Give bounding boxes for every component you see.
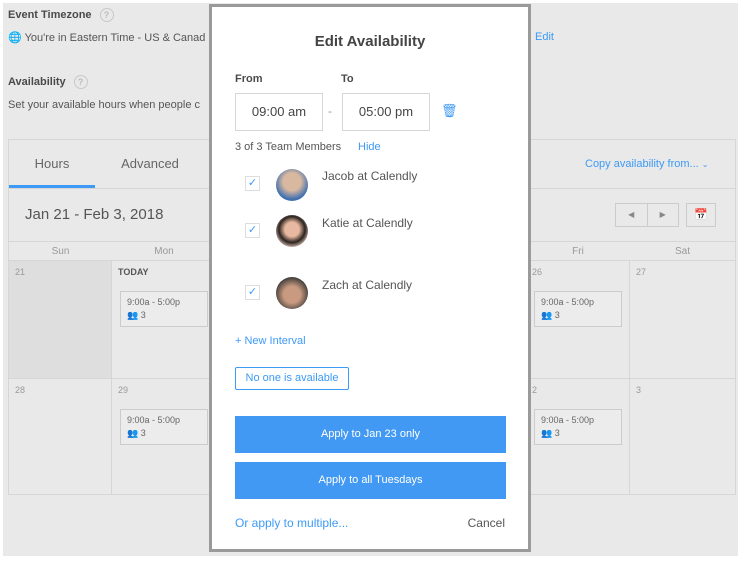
- people-icon: 👥: [127, 428, 139, 438]
- people-icon: 👥: [541, 310, 553, 320]
- member-name: Katie at Calendly: [322, 216, 413, 230]
- day-cell[interactable]: 26 9:00a - 5:00p 👥 3: [526, 261, 630, 379]
- help-icon[interactable]: ?: [99, 8, 114, 22]
- day-header-fri: Fri: [526, 241, 630, 261]
- day-cell[interactable]: 27: [630, 261, 735, 379]
- member-checkbox[interactable]: ✓: [245, 176, 260, 191]
- member-checkbox[interactable]: ✓: [245, 285, 260, 300]
- people-icon: 👥: [541, 428, 553, 438]
- prev-week-button[interactable]: ◀: [616, 204, 648, 226]
- member-name: Jacob at Calendly: [322, 169, 418, 183]
- day-header-sun: Sun: [9, 241, 112, 261]
- next-week-button[interactable]: ▶: [648, 204, 679, 226]
- edit-timezone-link[interactable]: Edit: [535, 31, 554, 43]
- hide-members-link[interactable]: Hide: [358, 141, 381, 153]
- apply-single-date-button[interactable]: Apply to Jan 23 only: [235, 416, 506, 453]
- copy-availability-dropdown[interactable]: Copy availability from... ⌄: [585, 158, 708, 170]
- day-cell[interactable]: 3: [630, 379, 735, 495]
- day-header-sat: Sat: [630, 241, 735, 261]
- tab-advanced[interactable]: Advanced: [105, 140, 195, 188]
- timezone-text: 🌐 You're in Eastern Time - US & Canad: [8, 32, 206, 44]
- time-slot[interactable]: 9:00a - 5:00p 👥 3: [120, 291, 208, 327]
- time-slot[interactable]: 9:00a - 5:00p 👥 3: [120, 409, 208, 445]
- from-label: From: [235, 73, 263, 85]
- from-time-input[interactable]: 09:00 am: [235, 93, 323, 131]
- trash-icon[interactable]: 🗑: [441, 103, 458, 119]
- time-slot[interactable]: 9:00a - 5:00p 👥 3: [534, 409, 622, 445]
- tab-hours[interactable]: Hours: [9, 140, 95, 188]
- range-dash: -: [328, 104, 332, 118]
- day-cell[interactable]: 21: [9, 261, 112, 379]
- members-count: 3 of 3 Team Members: [235, 141, 342, 153]
- people-icon: 👥: [127, 310, 139, 320]
- new-interval-link[interactable]: + New Interval: [235, 335, 306, 347]
- avatar: [276, 215, 308, 247]
- help-icon[interactable]: ?: [73, 75, 88, 89]
- day-cell[interactable]: 2 9:00a - 5:00p 👥 3: [526, 379, 630, 495]
- day-header-mon: Mon: [112, 241, 216, 261]
- day-cell[interactable]: 28: [9, 379, 112, 495]
- member-name: Zach at Calendly: [322, 278, 413, 292]
- day-cell[interactable]: 29 9:00a - 5:00p 👥 3: [112, 379, 216, 495]
- edit-availability-modal: Edit Availability From To 09:00 am - 05:…: [209, 4, 531, 552]
- timezone-heading: Event Timezone?: [8, 8, 114, 22]
- week-nav: ◀ ▶: [615, 203, 679, 227]
- time-slot[interactable]: 9:00a - 5:00p 👥 3: [534, 291, 622, 327]
- to-label: To: [341, 73, 354, 85]
- avatar: [276, 277, 308, 309]
- globe-icon: 🌐: [8, 32, 22, 44]
- availability-heading: Availability?: [8, 75, 88, 89]
- apply-all-tuesdays-button[interactable]: Apply to all Tuesdays: [235, 462, 506, 499]
- cancel-button[interactable]: Cancel: [468, 516, 505, 530]
- member-checkbox[interactable]: ✓: [245, 223, 260, 238]
- apply-multiple-link[interactable]: Or apply to multiple...: [235, 516, 348, 530]
- day-cell-today[interactable]: TODAY 9:00a - 5:00p 👥 3: [112, 261, 216, 379]
- calendar-icon[interactable]: 📅: [686, 203, 716, 227]
- availability-text: Set your available hours when people c: [8, 99, 201, 111]
- date-range: Jan 21 - Feb 3, 2018: [25, 206, 164, 223]
- modal-title: Edit Availability: [314, 33, 426, 50]
- to-time-input[interactable]: 05:00 pm: [342, 93, 430, 131]
- avatar: [276, 169, 308, 201]
- chevron-down-icon: ⌄: [701, 160, 709, 169]
- no-one-available-button[interactable]: No one is available: [235, 367, 349, 390]
